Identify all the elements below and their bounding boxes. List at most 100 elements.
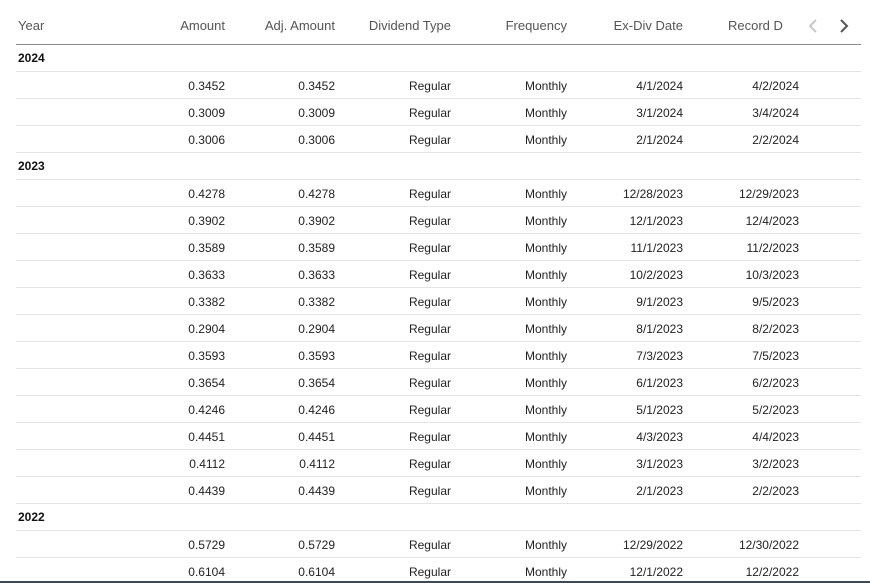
amount-cell: 0.3633 [188, 268, 225, 282]
amount-cell: 0.3589 [188, 241, 225, 255]
table-body: 2024 0.3452 0.3452 Regular Monthly 4/1/2024 4/… [16, 45, 861, 583]
chevron-left-icon [808, 19, 817, 33]
ex-div-date-cell: 12/28/2023 [622, 187, 683, 201]
dividend-type-cell: Regular [408, 403, 451, 417]
table-row: 0.4112 0.4112 Regular Monthly 3/1/2023 3/2/20… [16, 450, 861, 477]
dividend-type-cell: Regular [408, 376, 451, 390]
record-date-cell: 9/5/2023 [752, 295, 799, 309]
table-row: 0.4246 0.4246 Regular Monthly 5/1/2023 5/2/20… [16, 396, 861, 423]
column-header-dividend-type[interactable]: Dividend Type [369, 18, 451, 33]
record-date-cell: 7/5/2023 [752, 349, 799, 363]
record-date-cell: 3/2/2023 [752, 457, 799, 471]
ex-div-date-cell: 7/3/2023 [636, 349, 683, 363]
adj-amount-cell: 0.4246 [298, 403, 335, 417]
ex-div-date-cell: 12/29/2022 [622, 538, 683, 552]
frequency-cell: Monthly [524, 349, 567, 363]
frequency-cell: Monthly [524, 484, 567, 498]
record-date-cell: 5/2/2023 [752, 403, 799, 417]
dividend-type-cell: Regular [408, 349, 451, 363]
year-group-row: 2022 [16, 504, 861, 531]
table-row: 0.6104 0.6104 Regular Monthly 12/1/2022 12/2/… [16, 558, 861, 583]
record-date-cell: 12/2/2022 [745, 565, 799, 579]
amount-cell: 0.3452 [188, 79, 225, 93]
column-header-frequency[interactable]: Frequency [506, 18, 567, 33]
ex-div-date-cell: 3/1/2023 [636, 457, 683, 471]
ex-div-date-cell: 8/1/2023 [636, 322, 683, 336]
adj-amount-cell: 0.3382 [298, 295, 335, 309]
dividend-type-cell: Regular [408, 133, 451, 147]
column-header-year[interactable]: Year [18, 18, 44, 33]
dividend-type-cell: Regular [408, 79, 451, 93]
frequency-cell: Monthly [524, 457, 567, 471]
adj-amount-cell: 0.6104 [298, 565, 335, 579]
record-date-cell: 8/2/2023 [752, 322, 799, 336]
adj-amount-cell: 0.4439 [298, 484, 335, 498]
table-row: 0.3654 0.3654 Regular Monthly 6/1/2023 6/2/20… [16, 369, 861, 396]
frequency-cell: Monthly [524, 106, 567, 120]
scroll-right-button[interactable] [834, 14, 854, 38]
record-date-cell: 3/4/2024 [752, 106, 799, 120]
column-header-record-date[interactable]: Record D [728, 18, 783, 33]
amount-cell: 0.3593 [188, 349, 225, 363]
adj-amount-cell: 0.3633 [298, 268, 335, 282]
column-header-ex-div-date[interactable]: Ex-Div Date [614, 18, 683, 33]
ex-div-date-cell: 2/1/2023 [636, 484, 683, 498]
adj-amount-cell: 0.3006 [298, 133, 335, 147]
ex-div-date-cell: 2/1/2024 [636, 133, 683, 147]
record-date-cell: 6/2/2023 [752, 376, 799, 390]
adj-amount-cell: 0.3593 [298, 349, 335, 363]
ex-div-date-cell: 5/1/2023 [636, 403, 683, 417]
table-row: 0.3902 0.3902 Regular Monthly 12/1/2023 12/4/… [16, 207, 861, 234]
dividend-type-cell: Regular [408, 295, 451, 309]
adj-amount-cell: 0.3654 [298, 376, 335, 390]
frequency-cell: Monthly [524, 133, 567, 147]
adj-amount-cell: 0.3589 [298, 241, 335, 255]
frequency-cell: Monthly [524, 295, 567, 309]
frequency-cell: Monthly [524, 430, 567, 444]
frequency-cell: Monthly [524, 322, 567, 336]
year-label: 2023 [18, 159, 45, 173]
table-row: 0.3009 0.3009 Regular Monthly 3/1/2024 3/4/20… [16, 99, 861, 126]
adj-amount-cell: 0.3009 [298, 106, 335, 120]
dividend-type-cell: Regular [408, 241, 451, 255]
adj-amount-cell: 0.5729 [298, 538, 335, 552]
ex-div-date-cell: 12/1/2022 [629, 565, 683, 579]
record-date-cell: 4/4/2023 [752, 430, 799, 444]
year-group-row: 2023 [16, 153, 861, 180]
ex-div-date-cell: 12/1/2023 [629, 214, 683, 228]
amount-cell: 0.3654 [188, 376, 225, 390]
record-date-cell: 12/4/2023 [745, 214, 799, 228]
ex-div-date-cell: 11/1/2023 [630, 241, 684, 255]
dividend-type-cell: Regular [408, 565, 451, 579]
table-row: 0.3452 0.3452 Regular Monthly 4/1/2024 4/2/20… [16, 72, 861, 99]
record-date-cell: 2/2/2023 [752, 484, 799, 498]
adj-amount-cell: 0.3452 [298, 79, 335, 93]
amount-cell: 0.3382 [188, 295, 225, 309]
column-header-adj-amount[interactable]: Adj. Amount [265, 18, 335, 33]
dividend-history-table: Year Amount Adj. Amount Dividend Type Fr… [0, 0, 870, 583]
adj-amount-cell: 0.4278 [298, 187, 335, 201]
amount-cell: 0.4439 [188, 484, 225, 498]
dividend-type-cell: Regular [408, 322, 451, 336]
amount-cell: 0.4112 [189, 457, 225, 471]
dividend-type-cell: Regular [408, 538, 451, 552]
table-row: 0.3382 0.3382 Regular Monthly 9/1/2023 9/5/20… [16, 288, 861, 315]
chevron-right-icon [840, 19, 849, 33]
table-row: 0.4451 0.4451 Regular Monthly 4/3/2023 4/4/20… [16, 423, 861, 450]
table-row: 0.3589 0.3589 Regular Monthly 11/1/2023 11/2/… [16, 234, 861, 261]
scroll-left-button[interactable] [803, 14, 823, 38]
amount-cell: 0.4278 [188, 187, 225, 201]
frequency-cell: Monthly [524, 79, 567, 93]
adj-amount-cell: 0.2904 [298, 322, 335, 336]
amount-cell: 0.2904 [188, 322, 225, 336]
amount-cell: 0.6104 [188, 565, 225, 579]
record-date-cell: 12/29/2023 [738, 187, 799, 201]
record-date-cell: 4/2/2024 [752, 79, 799, 93]
record-date-cell: 2/2/2024 [752, 133, 799, 147]
dividend-type-cell: Regular [408, 484, 451, 498]
column-header-amount[interactable]: Amount [180, 18, 225, 33]
frequency-cell: Monthly [524, 403, 567, 417]
dividend-type-cell: Regular [408, 268, 451, 282]
frequency-cell: Monthly [524, 565, 567, 579]
dividend-type-cell: Regular [408, 430, 451, 444]
